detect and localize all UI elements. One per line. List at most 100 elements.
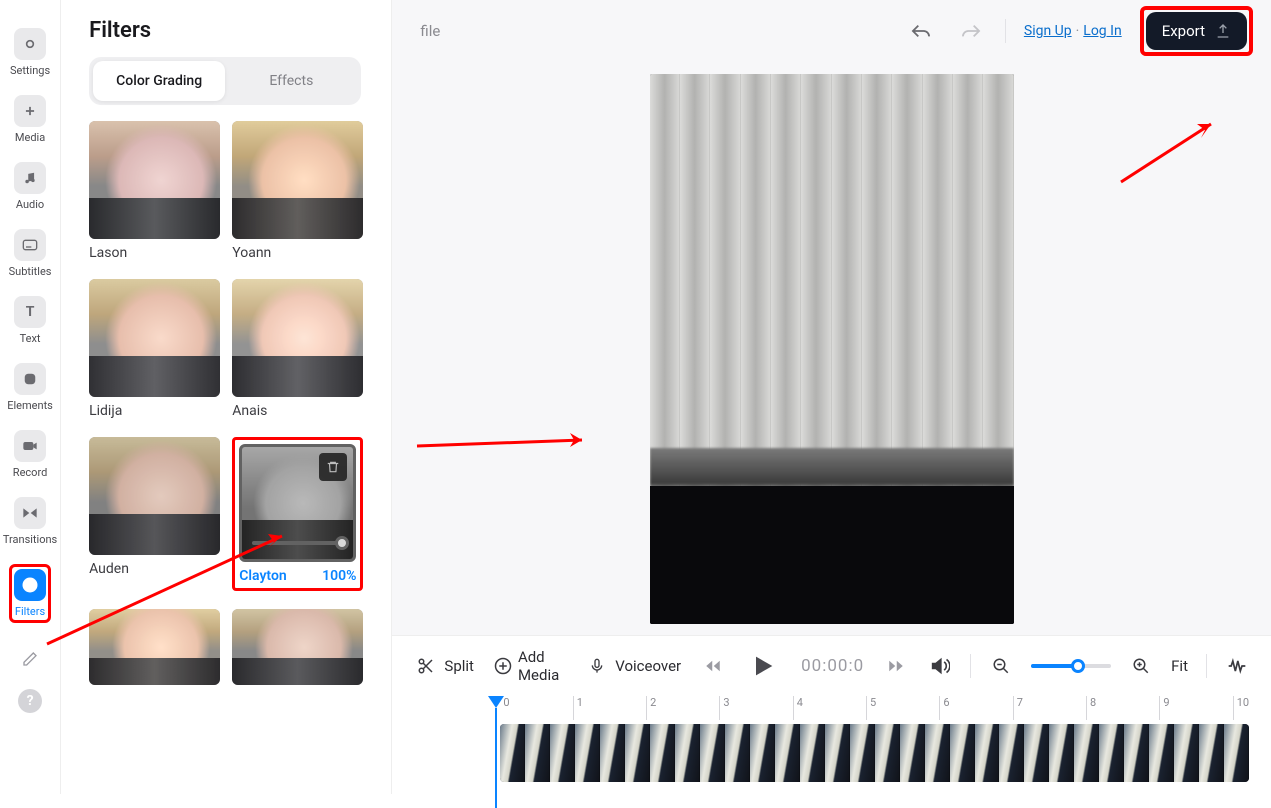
filter-pct: 100%	[322, 568, 356, 584]
filter-name: Lidija	[89, 403, 220, 419]
filter-yoann[interactable]: Yoann	[232, 121, 363, 261]
redo-button[interactable]	[955, 15, 987, 47]
filter-name: Yoann	[232, 245, 363, 261]
signup-link[interactable]: Sign Up	[1024, 23, 1072, 39]
video-track[interactable]	[500, 724, 1249, 782]
panel-title: Filters	[89, 18, 377, 43]
filter-name: Auden	[89, 561, 220, 577]
nav-audio[interactable]: Audio	[14, 162, 46, 211]
next-button[interactable]	[884, 654, 908, 678]
preview-video[interactable]	[650, 74, 1014, 624]
filter-clayton[interactable]: Clayton 100%	[239, 444, 356, 584]
nav-settings[interactable]: Settings	[10, 28, 50, 77]
filter-thumb	[89, 279, 220, 397]
nav-label: Media	[15, 131, 45, 144]
zoom-out-button[interactable]	[989, 654, 1013, 678]
filter-grid: Lason Yoann Lidija Anais Auden	[89, 121, 377, 685]
ruler-tick: 2	[646, 696, 719, 720]
filter-intensity-slider[interactable]	[252, 541, 343, 545]
plus-circle-icon	[494, 654, 512, 678]
export-button[interactable]: Export	[1146, 12, 1247, 50]
nav-label: Subtitles	[9, 265, 52, 278]
main-area: file Sign Up·Log In Export	[392, 0, 1271, 794]
filter-thumb	[232, 279, 363, 397]
highlight-filters: Filters	[9, 564, 51, 623]
timeline-controls: Split Add Media Voiceover 00:00:0	[392, 636, 1271, 696]
ruler-tick: 3	[719, 696, 792, 720]
ruler-tick: 10	[1233, 696, 1249, 720]
auth-links: Sign Up·Log In	[1024, 23, 1122, 39]
filter-item[interactable]	[232, 609, 363, 685]
nav-label: Record	[13, 466, 47, 479]
filter-thumb	[89, 437, 220, 555]
plus-icon	[14, 95, 46, 127]
nav-elements[interactable]: Elements	[7, 363, 53, 412]
sound-button[interactable]	[928, 654, 952, 678]
timeline-body: 0 1 2 3 4 5 6 7 8 9 10	[392, 696, 1271, 782]
filter-thumb	[89, 609, 220, 685]
file-label[interactable]: file	[420, 22, 440, 40]
nav-transitions[interactable]: Transitions	[3, 497, 57, 546]
waveform-icon[interactable]	[1225, 654, 1249, 678]
tab-effects[interactable]: Effects	[225, 61, 357, 101]
filter-lidija[interactable]: Lidija	[89, 279, 220, 419]
ruler-tick: 9	[1159, 696, 1232, 720]
filter-thumb	[232, 121, 363, 239]
zoom-in-button[interactable]	[1129, 654, 1153, 678]
voiceover-button[interactable]: Voiceover	[585, 654, 681, 678]
arrow-annotation	[412, 432, 602, 456]
filters-icon	[14, 569, 46, 601]
filter-lason[interactable]: Lason	[89, 121, 220, 261]
split-label: Split	[444, 657, 474, 675]
ruler-tick: 0	[500, 696, 572, 720]
undo-button[interactable]	[905, 15, 937, 47]
elements-icon	[14, 363, 46, 395]
nav-record[interactable]: Record	[13, 430, 47, 479]
nav-pencil[interactable]	[18, 647, 42, 671]
preview-area	[392, 62, 1271, 635]
nav-help[interactable]: ?	[18, 689, 42, 713]
filters-panel: Filters Color Grading Effects Lason Yoan…	[61, 0, 392, 794]
delete-filter-button[interactable]	[319, 453, 347, 481]
text-icon: T	[14, 296, 46, 328]
arrow-annotation	[1111, 112, 1231, 192]
ruler-tick: 5	[866, 696, 939, 720]
nav-label: Audio	[16, 198, 44, 211]
zoom-slider[interactable]	[1031, 664, 1111, 668]
prev-button[interactable]	[701, 654, 725, 678]
note-icon	[14, 162, 46, 194]
filter-thumb	[239, 444, 356, 562]
highlight-export: Export	[1140, 6, 1253, 56]
top-bar: file Sign Up·Log In Export	[392, 0, 1271, 62]
tab-color-grading[interactable]: Color Grading	[93, 61, 225, 101]
nav-label: Filters	[15, 605, 45, 618]
ruler-tick: 7	[1013, 696, 1086, 720]
filter-tabs: Color Grading Effects	[89, 57, 361, 105]
nav-media[interactable]: Media	[14, 95, 46, 144]
nav-label: Settings	[10, 64, 50, 77]
fit-button[interactable]: Fit	[1171, 657, 1188, 675]
nav-label: Transitions	[3, 533, 57, 546]
filter-item[interactable]	[89, 609, 220, 685]
login-link[interactable]: Log In	[1083, 23, 1121, 39]
nav-subtitles[interactable]: Subtitles	[9, 229, 52, 278]
help-icon: ?	[18, 689, 42, 713]
nav-filters[interactable]: Filters	[14, 569, 46, 618]
pencil-icon	[18, 647, 42, 671]
record-icon	[14, 430, 46, 462]
upload-icon	[1215, 23, 1231, 39]
nav-text[interactable]: T Text	[14, 296, 46, 345]
filter-anais[interactable]: Anais	[232, 279, 363, 419]
transitions-icon	[14, 497, 46, 529]
add-media-label: Add Media	[518, 648, 565, 684]
time-display: 00:00:0	[801, 656, 864, 676]
play-button[interactable]	[745, 648, 781, 684]
nav-label: Elements	[7, 399, 53, 412]
add-media-button[interactable]: Add Media	[494, 648, 565, 684]
split-button[interactable]: Split	[414, 654, 474, 678]
timeline-ruler[interactable]: 0 1 2 3 4 5 6 7 8 9 10	[392, 696, 1271, 720]
ruler-tick: 1	[573, 696, 646, 720]
ruler-tick: 6	[939, 696, 1012, 720]
filter-auden[interactable]: Auden	[89, 437, 220, 591]
timeline-section: Split Add Media Voiceover 00:00:0	[392, 635, 1271, 794]
